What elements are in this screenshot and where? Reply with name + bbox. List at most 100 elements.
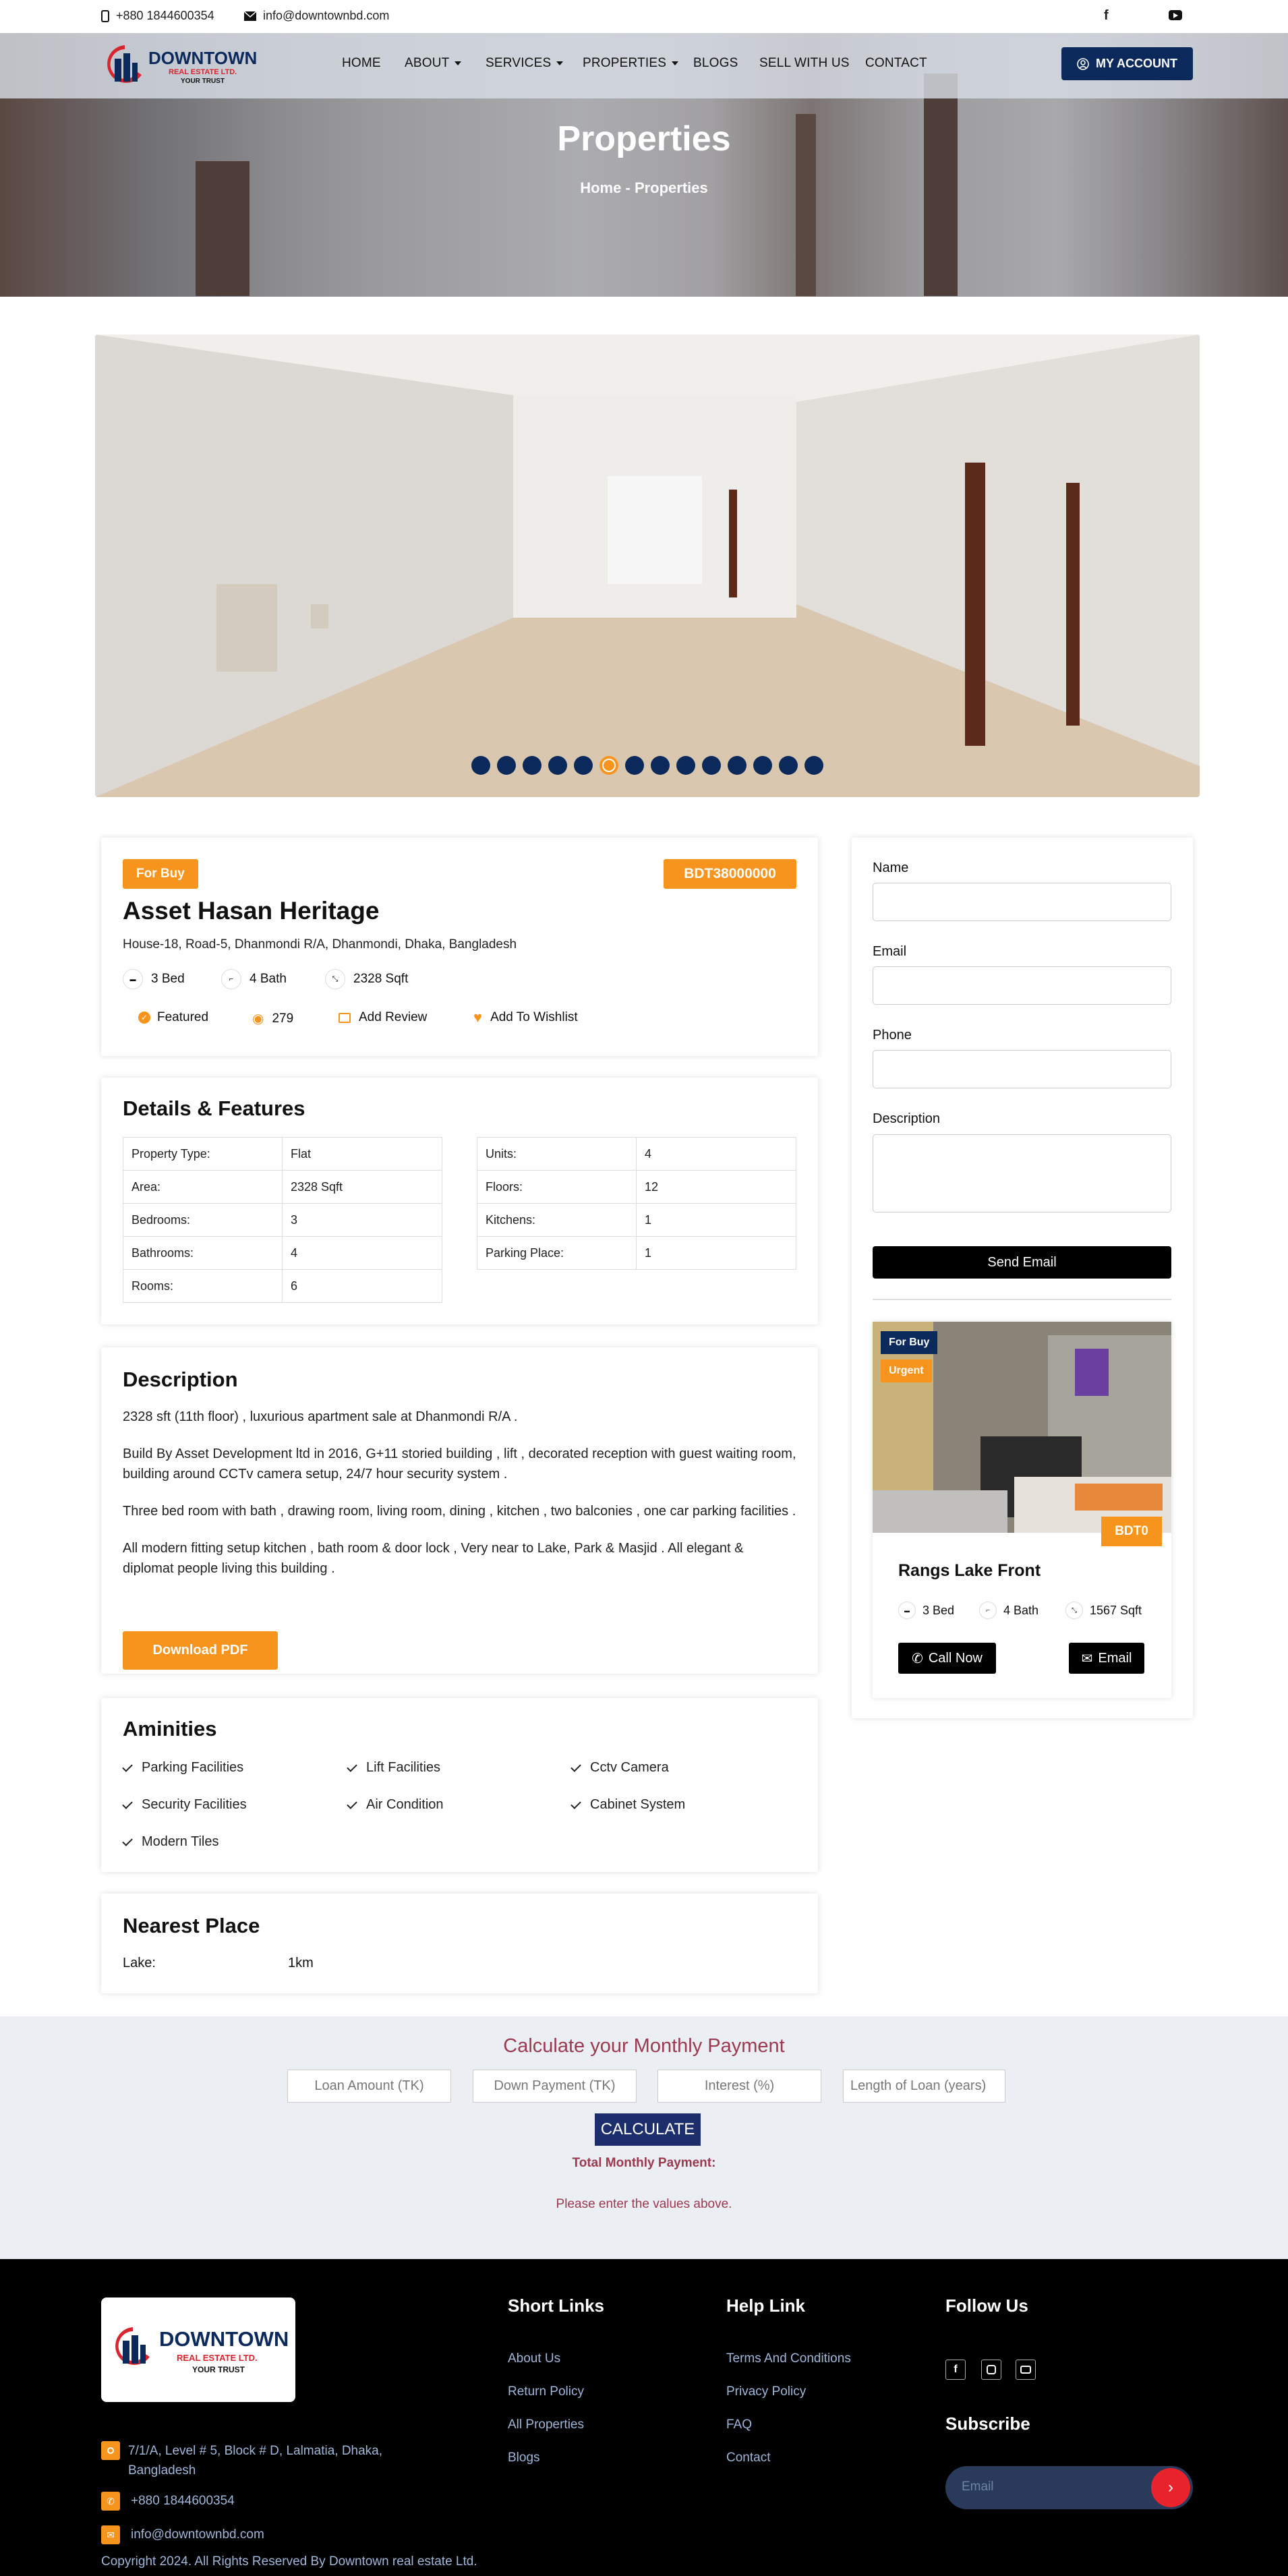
amenity-item: Parking Facilities [122, 1760, 243, 1776]
footer-link-about[interactable]: About Us [508, 2351, 560, 2366]
slider-dot[interactable] [574, 756, 593, 775]
footer-address-text: 7/1/A, Level # 5, Block # D, Lalmatia, D… [128, 2444, 383, 2478]
nav-properties[interactable]: PROPERTIES [583, 56, 679, 71]
details-label: Bathrooms: [123, 1236, 283, 1270]
related-bed-text: 3 Bed [923, 1603, 955, 1617]
down-payment-input[interactable]: Down Payment (TK) [473, 2070, 637, 2103]
slider-dot[interactable] [702, 756, 721, 775]
download-pdf-button[interactable]: Download PDF [123, 1631, 278, 1670]
topbar-email[interactable]: info@downtownbd.com [244, 9, 389, 23]
nav-services[interactable]: SERVICES [486, 56, 564, 71]
breadcrumb-home[interactable]: Home [580, 179, 621, 196]
add-to-wishlist-link[interactable]: ♥ Add To Wishlist [473, 1009, 578, 1026]
related-property-card[interactable]: For Buy Urgent BDT0 Rangs Lake Front ▬ 3… [873, 1322, 1171, 1698]
amenity-label: Cctv Camera [590, 1760, 669, 1775]
slider-dot[interactable] [676, 756, 695, 775]
envelope-icon: ✉ [101, 2525, 120, 2544]
follow-us-title: Follow Us [945, 2295, 1028, 2316]
slider-dots [95, 756, 1200, 775]
featured-text: Featured [157, 1010, 209, 1024]
nav-about[interactable]: ABOUT [405, 56, 462, 71]
bed-icon: ▬ [898, 1602, 916, 1619]
footer-email[interactable]: ✉ info@downtownbd.com [101, 2525, 264, 2544]
calculator-title: Calculate your Monthly Payment [503, 2035, 785, 2057]
slider-dot[interactable] [471, 756, 490, 775]
slider-dot[interactable] [523, 756, 541, 775]
phone-label: Phone [873, 1028, 912, 1043]
facebook-icon[interactable]: f [1104, 8, 1109, 24]
slider-dot[interactable] [728, 756, 747, 775]
call-now-button[interactable]: ✆ Call Now [898, 1643, 996, 1674]
my-account-button[interactable]: MY ACCOUNT [1061, 47, 1193, 80]
footer-logo[interactable]: DOWNTOWN REAL ESTATE LTD. YOUR TRUST [101, 2297, 295, 2402]
brand-logo[interactable]: DOWNTOWN REAL ESTATE LTD. YOUR TRUST [101, 40, 270, 94]
bath-count: ⌐ 4 Bath [221, 969, 287, 989]
youtube-icon[interactable] [1169, 10, 1182, 20]
nav-contact[interactable]: CONTACT [865, 56, 927, 71]
subscribe-submit-button[interactable]: › [1151, 2468, 1190, 2507]
copyright: Copyright 2024. All Rights Reserved By D… [101, 2554, 477, 2569]
nav-about-label: ABOUT [405, 56, 450, 70]
amenity-label: Cabinet System [590, 1797, 686, 1812]
slider-dot[interactable] [497, 756, 516, 775]
footer-link-terms[interactable]: Terms And Conditions [726, 2351, 851, 2366]
amenity-label: Security Facilities [142, 1797, 247, 1812]
related-tag-for-buy: For Buy [881, 1331, 938, 1354]
details-value: 4 [282, 1236, 442, 1270]
footer-phone[interactable]: ✆ +880 1844600354 [101, 2492, 235, 2511]
user-circle-icon [1077, 57, 1089, 70]
details-label: Property Type: [123, 1137, 283, 1171]
email-agent-button[interactable]: ✉ Email [1069, 1643, 1144, 1674]
name-input[interactable] [873, 883, 1171, 921]
wishlist-text: Add To Wishlist [490, 1010, 578, 1024]
nav-blogs[interactable]: BLOGS [693, 56, 738, 71]
related-area: ⤡ 1567 Sqft [1065, 1602, 1142, 1619]
nav-sell-with-us[interactable]: SELL WITH US [759, 56, 850, 71]
footer-address: 7/1/A, Level # 5, Block # D, Lalmatia, D… [101, 2441, 445, 2480]
phone-input[interactable] [873, 1050, 1171, 1088]
details-title: Details & Features [123, 1096, 305, 1120]
check-icon [570, 1761, 581, 1772]
loan-amount-input[interactable]: Loan Amount (TK) [287, 2070, 451, 2103]
slider-dot[interactable] [548, 756, 567, 775]
slider-dot[interactable] [779, 756, 798, 775]
amenity-item: Cabinet System [570, 1797, 686, 1813]
view-count: ◉ 279 [252, 1010, 293, 1027]
envelope-icon [244, 11, 256, 21]
details-row: Kitchens: 1 [477, 1203, 796, 1237]
youtube-icon[interactable] [1016, 2360, 1036, 2380]
topbar-phone[interactable]: +880 1844600354 [101, 9, 214, 23]
slider-dot[interactable] [804, 756, 823, 775]
footer-link-faq[interactable]: FAQ [726, 2418, 752, 2432]
description-textarea[interactable] [873, 1134, 1171, 1212]
calculate-button[interactable]: CALCULATE [595, 2113, 701, 2146]
view-count-text: 279 [272, 1011, 294, 1026]
slider-dot[interactable] [651, 756, 670, 775]
facebook-icon[interactable]: f [945, 2360, 966, 2380]
slider-dot[interactable] [625, 756, 644, 775]
footer-link-contact[interactable]: Contact [726, 2451, 770, 2465]
email-input[interactable] [873, 966, 1171, 1005]
subscribe-input[interactable]: Email › [945, 2466, 1193, 2509]
details-value: 2328 Sqft [282, 1170, 442, 1204]
nearest-value: 1km [288, 1956, 314, 1970]
footer-link-all-properties[interactable]: All Properties [508, 2418, 584, 2432]
details-label: Parking Place: [477, 1236, 637, 1270]
nav-home[interactable]: HOME [342, 56, 381, 71]
interest-input[interactable]: Interest (%) [657, 2070, 821, 2103]
slider-dot-active[interactable] [599, 756, 618, 775]
property-summary-card: For Buy BDT38000000 Asset Hasan Heritage… [101, 838, 818, 1056]
instagram-icon[interactable] [981, 2360, 1001, 2380]
footer-link-blogs[interactable]: Blogs [508, 2451, 540, 2465]
send-email-button[interactable]: Send Email [873, 1246, 1171, 1279]
description-paragraph: 2328 sft (11th floor) , luxurious apartm… [123, 1409, 518, 1424]
slider-dot[interactable] [753, 756, 772, 775]
footer-link-privacy[interactable]: Privacy Policy [726, 2384, 806, 2399]
property-image-slider[interactable] [95, 334, 1200, 797]
chevron-down-icon [556, 61, 564, 65]
add-review-link[interactable]: Add Review [339, 1010, 427, 1025]
location-icon [101, 2441, 120, 2460]
loan-length-input[interactable]: Length of Loan (years) [843, 2070, 1005, 2103]
details-value: 1 [636, 1236, 796, 1270]
footer-link-return-policy[interactable]: Return Policy [508, 2384, 584, 2399]
